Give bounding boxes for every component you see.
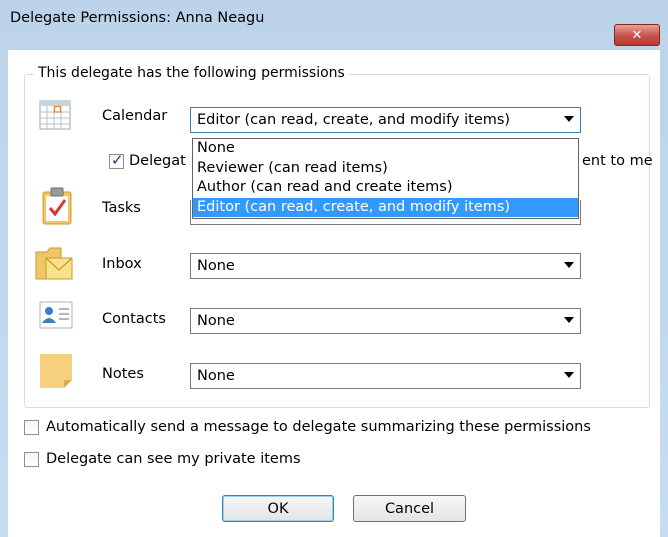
notes-icon [40,354,72,388]
close-button[interactable]: ✕ [614,24,660,46]
dialog-body: This delegate has the following permissi… [8,50,660,537]
calendar-permission-value: Editor (can read, create, and modify ite… [197,112,511,128]
title-bar: Delegate Permissions: Anna Neagu [0,0,668,36]
chevron-down-icon [564,116,574,122]
inbox-permission-value: None [197,258,235,274]
auto-send-summary-checkbox[interactable] [24,420,39,435]
chevron-down-icon [564,317,574,323]
tasks-icon [42,187,72,225]
meeting-requests-label-end: ent to me [582,153,653,169]
meeting-requests-label-start: Delegat [129,153,186,169]
contacts-icon [39,301,73,329]
chevron-down-icon [564,262,574,268]
inbox-permission-dropdown[interactable]: None [190,253,581,279]
tasks-label: Tasks [102,200,141,216]
notes-permission-value: None [197,368,235,384]
permission-option-reviewer[interactable]: Reviewer (can read items) [193,159,578,179]
permission-option-author[interactable]: Author (can read and create items) [193,178,578,198]
cancel-button[interactable]: Cancel [353,495,466,522]
inbox-label: Inbox [102,256,142,272]
dialog-title: Delegate Permissions: Anna Neagu [10,10,265,26]
chevron-down-icon [564,372,574,378]
cancel-button-label: Cancel [384,500,435,517]
calendar-icon [39,100,71,130]
permissions-group-legend: This delegate has the following permissi… [34,65,349,81]
private-items-checkbox[interactable] [24,452,39,467]
ok-button-label: OK [267,500,289,517]
close-icon: ✕ [631,27,643,43]
auto-send-summary-label: Automatically send a message to delegate… [46,419,591,435]
notes-permission-dropdown[interactable]: None [190,363,581,389]
inbox-icon [35,247,73,280]
ok-button[interactable]: OK [222,495,334,522]
contacts-permission-value: None [197,313,235,329]
permission-option-none[interactable]: None [193,139,578,159]
permission-option-editor[interactable]: Editor (can read, create, and modify ite… [193,197,578,217]
calendar-permission-list[interactable]: None Reviewer (can read items) Author (c… [192,138,579,219]
calendar-label: Calendar [102,108,168,124]
contacts-permission-dropdown[interactable]: None [190,308,581,334]
calendar-permission-dropdown[interactable]: Editor (can read, create, and modify ite… [190,107,581,133]
dialog-window: Delegate Permissions: Anna Neagu ✕ This … [0,0,668,537]
notes-label: Notes [102,366,144,382]
meeting-requests-checkbox[interactable] [109,151,124,169]
private-items-label: Delegate can see my private items [46,451,301,467]
contacts-label: Contacts [102,311,166,327]
